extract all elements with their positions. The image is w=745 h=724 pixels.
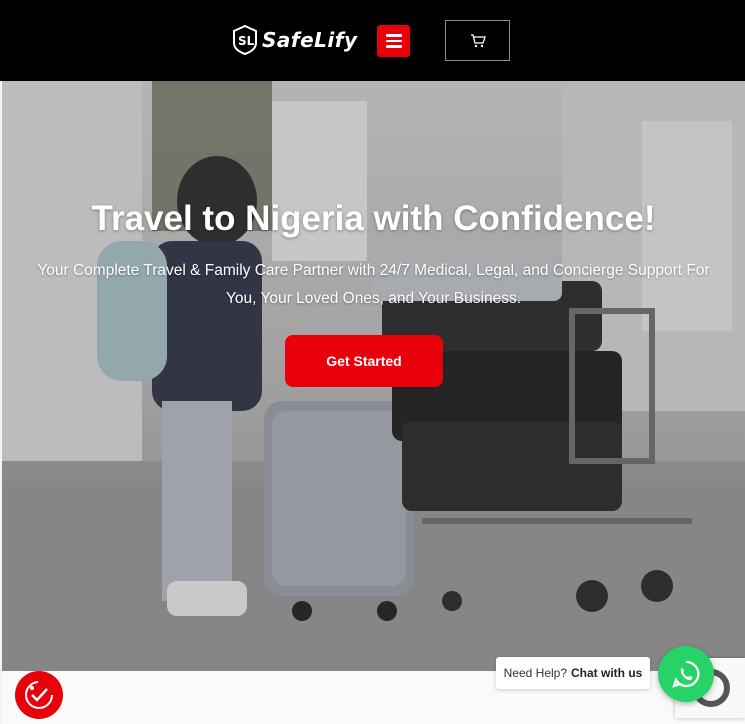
cart-button[interactable]: [445, 20, 510, 61]
hero-title: Travel to Nigeria with Confidence!: [91, 199, 656, 238]
hero-subtitle-line: You, Your Loved Ones, and Your Business.: [225, 290, 522, 307]
checkmark-badge-icon: [25, 681, 53, 709]
whatsapp-button[interactable]: [658, 646, 714, 702]
hero-section: Travel to Nigeria with Confidence! Your …: [2, 81, 745, 671]
logo[interactable]: SL SafeLify: [232, 24, 358, 56]
hamburger-icon: [385, 34, 402, 37]
menu-button[interactable]: [377, 25, 410, 57]
shield-logo-icon: SL: [233, 25, 257, 55]
logo-text: SafeLify: [262, 28, 358, 52]
hamburger-bar: [385, 39, 402, 43]
get-started-button[interactable]: Get Started: [285, 335, 443, 387]
chat-link[interactable]: Chat with us: [571, 666, 642, 680]
svg-text:SL: SL: [238, 34, 255, 48]
whatsapp-icon: [672, 660, 700, 688]
help-prefix: Need Help?: [503, 666, 568, 680]
hero-subtitle: Your Complete Travel & Family Care Partn…: [12, 257, 735, 313]
hamburger-bar: [385, 45, 402, 48]
cart-icon: [470, 33, 486, 47]
chat-help-bubble[interactable]: Need Help? Chat with us: [496, 657, 650, 689]
hero-subtitle-line: Your Complete Travel & Family Care Partn…: [37, 262, 710, 279]
site-header: SL SafeLify: [0, 0, 745, 81]
accessibility-badge[interactable]: [15, 671, 63, 719]
